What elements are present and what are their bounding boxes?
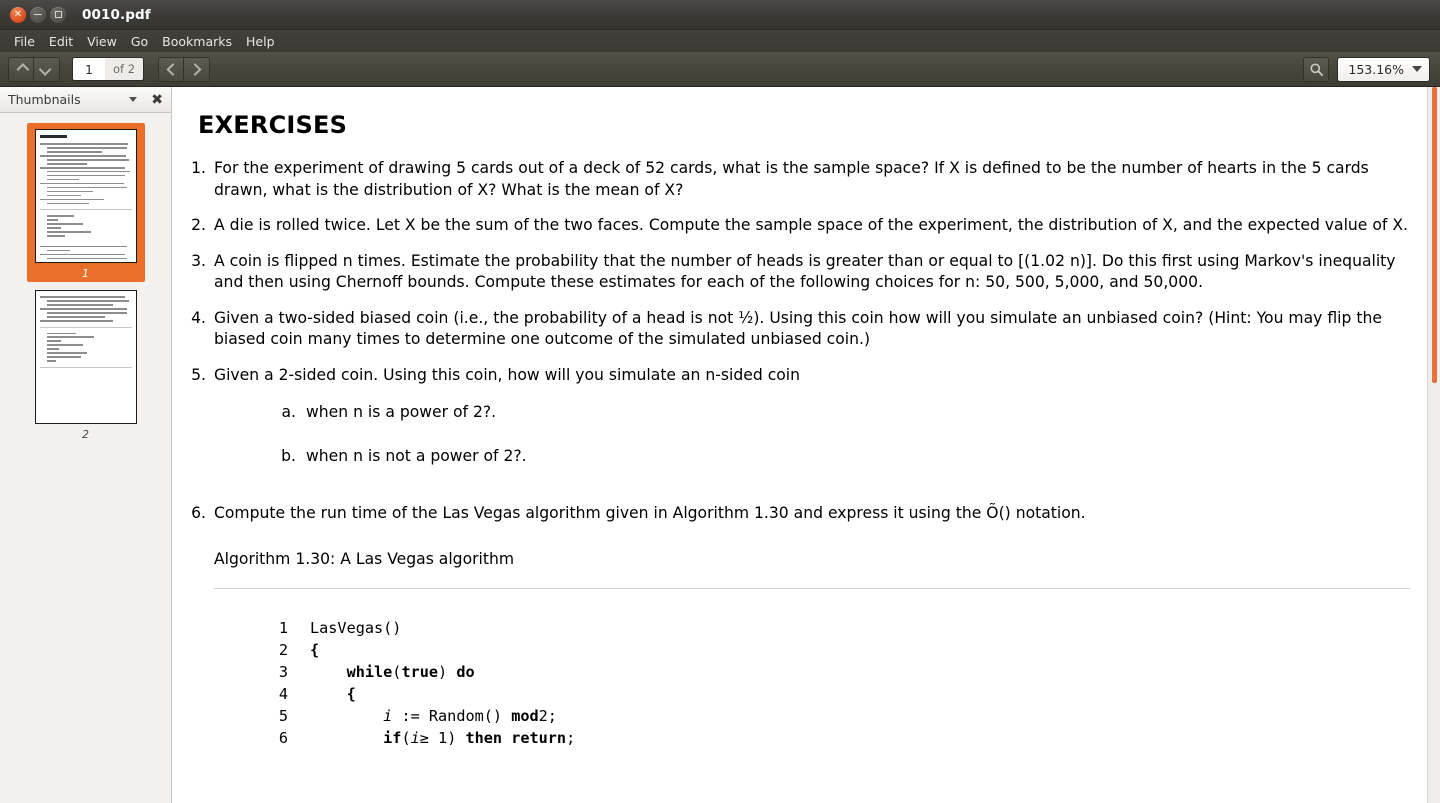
list-item-body: Compute the run time of the Las Vegas al…	[214, 503, 1410, 749]
close-sidebar-button[interactable]: ✖	[151, 93, 163, 107]
code-line-number: 6	[278, 729, 288, 748]
page-number-field[interactable]: 1 of 2	[72, 57, 144, 81]
sub-list-item-text: when n is a power of 2?.	[306, 403, 497, 422]
list-item: 5. Given a 2-sided coin. Using this coin…	[190, 365, 1410, 490]
algorithm-code-block: 1 LasVegas() 2{ 3 while(true) do 4 { 5 i …	[264, 617, 1410, 749]
menu-bookmarks[interactable]: Bookmarks	[156, 32, 238, 51]
sidebar-title: Thumbnails	[8, 92, 81, 107]
thumbnail-page-1[interactable]: 1	[26, 123, 145, 282]
close-window-button[interactable]: ✕	[10, 6, 26, 23]
code-line: 3 while(true) do	[264, 663, 475, 681]
pdf-page-1: EXERCISES 1. For the experiment of drawi…	[172, 87, 1440, 749]
next-page-button[interactable]	[34, 56, 60, 82]
list-item: 2. A die is rolled twice. Let X be the s…	[190, 215, 1410, 237]
thumbnail-page-2[interactable]: 2	[28, 290, 144, 441]
sidebar-header: Thumbnails ✖	[0, 87, 171, 113]
sub-list-item: b. when n is not a power of 2?.	[214, 446, 1410, 468]
list-item-body: Given a 2-sided coin. Using this coin, h…	[214, 365, 1410, 490]
code-line: 6 if(i≥ 1) then return;	[264, 729, 575, 747]
chevron-down-icon	[1412, 66, 1422, 72]
sidebar-panel: Thumbnails ✖ 1 2	[0, 87, 172, 803]
thumbnail-preview	[34, 290, 137, 424]
window-title: 0010.pdf	[82, 6, 151, 23]
sub-list: a. when n is a power of 2?. b. when n is…	[214, 402, 1410, 467]
chevron-down-icon	[38, 62, 52, 76]
code-line-number: 5	[278, 707, 288, 726]
sub-list-marker: a.	[281, 403, 296, 422]
page-number-value[interactable]: 1	[73, 58, 105, 80]
code-line: 4 {	[264, 685, 356, 703]
thumbnail-label: 2	[82, 428, 89, 441]
list-item: 3. A coin is flipped n times. Estimate t…	[190, 251, 1410, 294]
exercise-list: 1. For the experiment of drawing 5 cards…	[190, 158, 1410, 749]
algorithm-caption: Algorithm 1.30: A Las Vegas algorithm	[214, 549, 515, 568]
vertical-scrollbar[interactable]	[1427, 87, 1440, 803]
search-icon	[1310, 62, 1323, 76]
maximize-window-button[interactable]	[50, 6, 66, 23]
search-button[interactable]	[1303, 56, 1330, 82]
previous-page-button[interactable]	[8, 56, 34, 82]
sub-list-marker: b.	[281, 446, 296, 465]
list-marker: 1.	[191, 159, 206, 178]
code-line: 1 LasVegas()	[264, 619, 402, 638]
list-item-text: A coin is flipped n times. Estimate the …	[214, 251, 1396, 292]
list-item-text: Compute the run time of the Las Vegas al…	[214, 504, 1086, 523]
list-item-text: For the experiment of drawing 5 cards ou…	[214, 159, 1369, 199]
list-marker: 2.	[191, 216, 206, 235]
menu-view[interactable]: View	[81, 32, 123, 51]
menubar: File Edit View Go Bookmarks Help	[0, 30, 1440, 52]
chevron-up-icon	[16, 62, 29, 76]
list-item: 4. Given a two-sided biased coin (i.e., …	[190, 308, 1410, 351]
menu-edit[interactable]: Edit	[43, 32, 79, 51]
list-item-text: Given a two-sided biased coin (i.e., the…	[214, 308, 1382, 349]
chevron-down-icon[interactable]	[129, 97, 138, 102]
thumbnail-list[interactable]: 1 2	[0, 113, 171, 803]
scrollbar-thumb[interactable]	[1432, 87, 1437, 383]
chevron-left-icon	[166, 62, 179, 76]
window-controls: ✕	[10, 6, 66, 23]
thumbnail-label: 1	[82, 267, 89, 280]
list-item: 1. For the experiment of drawing 5 cards…	[190, 158, 1410, 201]
menu-help[interactable]: Help	[240, 32, 281, 51]
list-marker: 4.	[191, 308, 206, 327]
minimize-window-button[interactable]	[30, 6, 46, 23]
maximize-icon	[54, 11, 62, 18]
code-line: 5 i := Random() mod2;	[264, 707, 557, 725]
list-item-text: A die is rolled twice. Let X be the sum …	[214, 216, 1408, 235]
code-line-number: 2	[278, 641, 288, 660]
chevron-right-icon	[188, 62, 202, 76]
list-item-text: Given a 2-sided coin. Using this coin, h…	[214, 365, 801, 384]
document-view[interactable]: EXERCISES 1. For the experiment of drawi…	[172, 87, 1440, 803]
history-nav-group	[158, 56, 210, 82]
sub-list-item-text: when n is not a power of 2?.	[306, 446, 527, 465]
zoom-level-value: 153.16%	[1348, 61, 1404, 77]
code-line-number: 4	[278, 685, 288, 704]
list-marker: 3.	[191, 251, 206, 270]
thumbnail-preview	[34, 129, 137, 263]
sub-list-item: a. when n is a power of 2?.	[214, 402, 1410, 424]
main-body: Thumbnails ✖ 1 2 EXERCISES 1. For the ex…	[0, 87, 1440, 803]
menu-file[interactable]: File	[8, 32, 41, 51]
toolbar-right-group: 153.16%	[1303, 56, 1430, 82]
page-nav-group	[8, 56, 60, 82]
page-total-label: of 2	[105, 58, 143, 80]
horizontal-rule	[214, 588, 1410, 590]
minimize-icon	[34, 13, 42, 16]
code-line: 2{	[264, 641, 319, 659]
window-titlebar: ✕ 0010.pdf	[0, 0, 1440, 30]
list-marker: 6.	[191, 504, 206, 523]
pdf-viewer-window: ✕ 0010.pdf File Edit View Go Bookmarks H…	[0, 0, 1440, 803]
page-title: EXERCISES	[198, 111, 348, 139]
menu-go[interactable]: Go	[125, 32, 154, 51]
list-marker: 5.	[191, 365, 206, 384]
toolbar: 1 of 2 153.16%	[0, 52, 1440, 87]
code-line-number: 3	[278, 663, 288, 682]
zoom-level-select[interactable]: 153.16%	[1337, 56, 1430, 82]
close-icon: ✕	[13, 8, 23, 20]
code-line-number: 1	[278, 619, 288, 638]
list-item: 6. Compute the run time of the Las Vegas…	[190, 503, 1410, 749]
history-back-button[interactable]	[158, 56, 184, 82]
history-forward-button[interactable]	[184, 56, 210, 82]
